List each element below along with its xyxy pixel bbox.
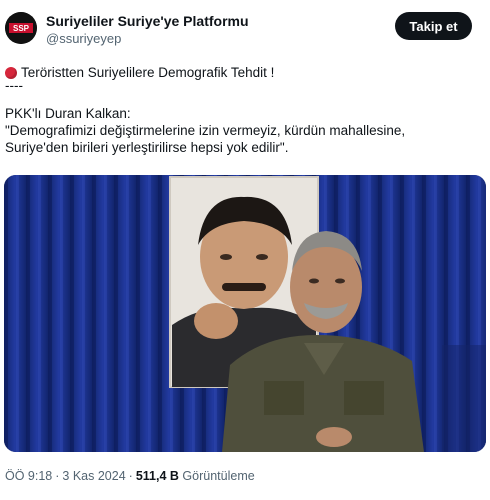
headline-line: Teröristten Suriyelilere Demografik Tehd… bbox=[5, 64, 483, 81]
account-handle[interactable]: @ssuriyeyep bbox=[46, 31, 121, 46]
tweet-text: Teröristten Suriyelilere Demografik Tehd… bbox=[5, 64, 483, 156]
quote-line-2: Suriye'den birileri yerleştirilirse heps… bbox=[5, 140, 289, 155]
red-circle-icon bbox=[5, 66, 17, 79]
display-name[interactable]: Suriyeliler Suriye'ye Platformu bbox=[46, 13, 249, 29]
meta-separator: · bbox=[128, 469, 133, 483]
tweet-meta: ÖÖ 9:18 · 3 Kas 2024 · 511,4 B Görüntüleme bbox=[5, 469, 255, 483]
tweet-date[interactable]: 3 Kas 2024 bbox=[62, 469, 125, 483]
avatar[interactable]: SSP bbox=[5, 12, 37, 44]
separator-line: ---- bbox=[5, 78, 23, 93]
views-count: 511,4 B bbox=[135, 469, 179, 483]
avatar-logo: SSP bbox=[5, 12, 37, 44]
speaker-line: PKK'lı Duran Kalkan: bbox=[5, 106, 131, 121]
meta-separator: · bbox=[55, 469, 60, 483]
views-label: Görüntüleme bbox=[182, 469, 255, 483]
quote-line-1: "Demografimizi değiştirmelerine izin ver… bbox=[5, 123, 406, 138]
tweet-header: SSP Suriyeliler Suriye'ye Platformu @ssu… bbox=[0, 0, 490, 56]
photo-illustration bbox=[4, 175, 486, 452]
tweet-media-image[interactable] bbox=[4, 175, 486, 452]
tweet-time[interactable]: ÖÖ 9:18 bbox=[5, 469, 52, 483]
follow-button[interactable]: Takip et bbox=[395, 12, 472, 40]
svg-text:SSP: SSP bbox=[13, 24, 30, 33]
headline-text: Teröristten Suriyelilere Demografik Tehd… bbox=[21, 65, 275, 80]
